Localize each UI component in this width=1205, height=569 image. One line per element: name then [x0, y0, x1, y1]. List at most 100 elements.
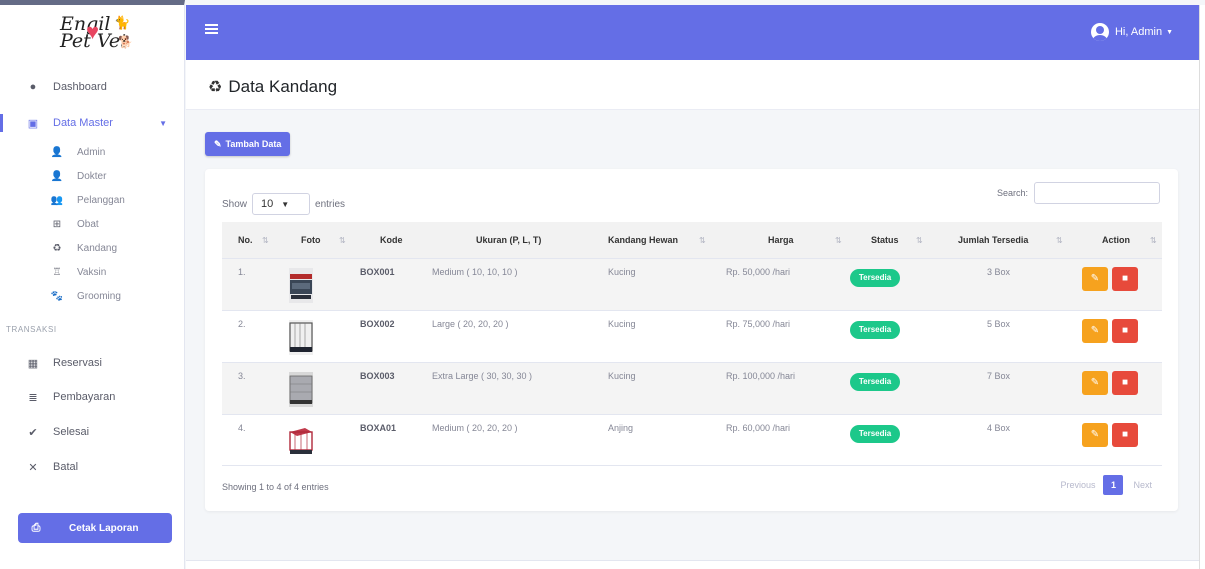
cell-kandang-hewan: Anjing — [608, 423, 634, 433]
sidebar-item-selesai[interactable]: ✔ Selesai — [0, 423, 185, 441]
pagination-page-1[interactable]: 1 — [1103, 475, 1124, 495]
cell-kode: BOXA01 — [360, 423, 397, 433]
sort-icon[interactable]: ⇅ — [835, 222, 842, 258]
sort-icon[interactable]: ⇅ — [339, 222, 346, 258]
sidebar-item-label: Dokter — [77, 171, 107, 182]
database-icon: ≣ — [28, 391, 38, 404]
column-header-jumlah-tersedia[interactable]: Jumlah Tersedia — [958, 222, 1028, 258]
sidebar-item-batal[interactable]: ✕ Batal — [0, 458, 185, 476]
show-label: Show — [222, 198, 248, 210]
table-row: 1. BOX001 Medium ( 10, 10, 10 ) Kucing R… — [222, 258, 1162, 310]
recycle-icon: ♻ — [208, 79, 223, 96]
pagination-previous[interactable]: Previous — [1052, 474, 1103, 496]
cell-kandang-hewan: Kucing — [608, 267, 636, 277]
delete-button[interactable]: ■ — [1112, 319, 1138, 343]
edit-icon: ✎ — [1090, 273, 1100, 284]
cage-photo — [289, 320, 313, 355]
column-header-status[interactable]: Status — [871, 222, 899, 258]
sidebar-item-kandang[interactable]: ♻ Kandang — [50, 243, 118, 254]
edit-button[interactable]: ✎ — [1082, 267, 1108, 291]
user-doctor-icon: 👤 — [50, 171, 64, 182]
cell-ukuran: Medium ( 10, 10, 10 ) — [432, 267, 518, 277]
status-badge: Tersedia — [850, 321, 900, 339]
column-header-foto[interactable]: Foto — [301, 222, 321, 258]
tambah-data-label: Tambah Data — [225, 139, 282, 149]
topbar: Hi, Admin ▼ — [186, 5, 1199, 60]
sort-icon[interactable]: ⇅ — [916, 222, 923, 258]
caret-down-icon: ▼ — [1166, 28, 1173, 36]
sidebar-item-obat[interactable]: ⊞ Obat — [50, 219, 99, 230]
sidebar-section-transaksi: TRANSAKSI — [6, 325, 57, 334]
column-header-kandang-hewan[interactable]: Kandang Hewan — [608, 222, 678, 258]
column-header-no[interactable]: No. — [238, 222, 253, 258]
status-badge: Tersedia — [850, 373, 900, 391]
cell-kode: BOX001 — [360, 267, 395, 277]
edit-icon: ✎ — [1090, 325, 1100, 336]
edit-icon: ✎ — [1090, 377, 1100, 388]
sort-icon[interactable]: ⇅ — [262, 222, 269, 258]
pagination-next[interactable]: Next — [1123, 474, 1162, 496]
brand-logo[interactable]: Engil Pet Vet ♥ 🐈 🐕 — [0, 5, 184, 60]
trash-icon: ■ — [1121, 273, 1129, 284]
sidebar-item-dashboard[interactable]: ● Dashboard — [0, 78, 185, 96]
chevron-down-icon: ▼ — [281, 199, 290, 209]
sidebar-item-admin[interactable]: 👤 Admin — [50, 147, 106, 158]
cell-kode: BOX003 — [360, 371, 395, 381]
scrollbar[interactable] — [1199, 5, 1205, 569]
sidebar-item-dokter[interactable]: 👤 Dokter — [50, 171, 107, 182]
column-header-harga[interactable]: Harga — [768, 222, 794, 258]
cell-kandang-hewan: Kucing — [608, 371, 636, 381]
sidebar-item-vaksin[interactable]: ♖ Vaksin — [50, 267, 107, 278]
edit-button[interactable]: ✎ — [1082, 371, 1108, 395]
heart-icon: ♥ — [86, 18, 100, 44]
tambah-data-button[interactable]: ✎ Tambah Data — [205, 132, 291, 156]
cetak-laporan-label: Cetak Laporan — [69, 522, 139, 534]
sidebar-item-label: Obat — [77, 219, 99, 230]
paw-icon: 🐾 — [50, 291, 64, 302]
sort-icon[interactable]: ⇅ — [1150, 222, 1157, 258]
edit-icon: ✎ — [214, 138, 222, 149]
tint-icon: ● — [29, 81, 37, 93]
delete-button[interactable]: ■ — [1112, 423, 1138, 447]
times-icon: ✕ — [28, 461, 38, 474]
sidebar-item-label: Admin — [77, 147, 106, 158]
sidebar-item-pelanggan[interactable]: 👥 Pelanggan — [50, 195, 125, 206]
cell-ukuran: Large ( 20, 20, 20 ) — [432, 319, 509, 329]
sidebar-item-pembayaran[interactable]: ≣ Pembayaran — [0, 388, 185, 406]
entries-length: Show 10 ▼ entries — [222, 193, 345, 215]
sidebar-item-label: Selesai — [53, 426, 90, 438]
sort-icon[interactable]: ⇅ — [1056, 222, 1063, 258]
sort-icon[interactable]: ⇅ — [699, 222, 706, 258]
cell-harga: Rp. 60,000 /hari — [726, 423, 791, 433]
column-header-ukuran[interactable]: Ukuran (P, L, T) — [476, 222, 541, 258]
search-input[interactable] — [1034, 182, 1160, 204]
cell-kandang-hewan: Kucing — [608, 319, 636, 329]
table-row: 3. BOX003 Extra Large ( 30, 30, 30 ) Kuc… — [222, 362, 1162, 414]
cell-jumlah: 4 Box — [987, 423, 1011, 433]
cage-photo — [289, 372, 313, 407]
sidebar: Engil Pet Vet ♥ 🐈 🐕 ● Dashboard ▣ Data M… — [0, 0, 185, 569]
cell-no: 2. — [238, 319, 246, 329]
delete-button[interactable]: ■ — [1112, 371, 1138, 395]
trash-icon: ■ — [1121, 377, 1129, 388]
entries-select[interactable]: 10 ▼ — [252, 193, 311, 215]
delete-button[interactable]: ■ — [1112, 267, 1138, 291]
edit-button[interactable]: ✎ — [1082, 319, 1108, 343]
column-header-kode[interactable]: Kode — [380, 222, 403, 258]
user-menu[interactable]: Hi, Admin ▼ — [1090, 23, 1173, 41]
cell-ukuran: Extra Large ( 30, 30, 30 ) — [432, 371, 533, 381]
page-title: ♻ Data Kandang — [208, 77, 337, 97]
sidebar-item-grooming[interactable]: 🐾 Grooming — [50, 291, 121, 302]
user-icon: 👤 — [50, 147, 64, 158]
cell-jumlah: 3 Box — [987, 267, 1011, 277]
cetak-laporan-button[interactable]: ⎙ Cetak Laporan — [18, 513, 172, 543]
data-table-card: Show 10 ▼ entries Search: No. ⇅ Foto ⇅ K… — [205, 169, 1178, 511]
cage-photo — [289, 424, 313, 459]
edit-button[interactable]: ✎ — [1082, 423, 1108, 447]
avatar — [1090, 23, 1109, 41]
sidebar-item-data-master[interactable]: ▣ Data Master ▼ — [0, 114, 185, 132]
column-header-action[interactable]: Action — [1102, 222, 1130, 258]
cell-ukuran: Medium ( 20, 20, 20 ) — [432, 423, 518, 433]
menu-toggle-icon[interactable] — [205, 24, 218, 34]
sidebar-item-reservasi[interactable]: ▦ Reservasi — [0, 354, 185, 372]
